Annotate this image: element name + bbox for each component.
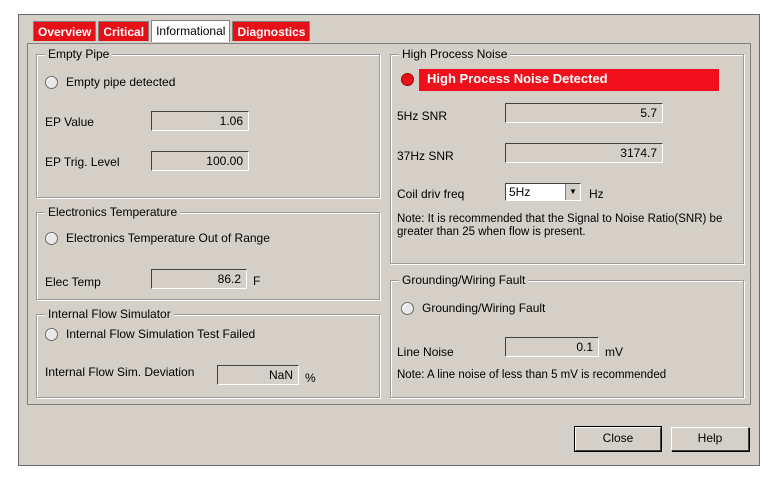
high-process-noise-alert-icon: [401, 73, 414, 86]
flow-sim-indicator-icon: [45, 328, 58, 342]
empty-pipe-indicator-icon: [45, 76, 58, 90]
empty-pipe-indicator-label: Empty pipe detected: [66, 75, 176, 89]
grounding-indicator-label: Grounding/Wiring Fault: [422, 301, 546, 315]
flow-sim-deviation-label: Internal Flow Sim. Deviation: [45, 365, 195, 379]
grounding-indicator-icon: [401, 302, 414, 316]
high-process-noise-group: High Process Noise High Process Noise De…: [390, 47, 744, 264]
tab-overview[interactable]: Overview: [33, 21, 97, 41]
grounding-indicator-row: Grounding/Wiring Fault: [401, 301, 546, 316]
empty-pipe-group: Empty Pipe Empty pipe detected EP Value …: [36, 47, 380, 198]
grounding-wiring-fault-title: Grounding/Wiring Fault: [399, 273, 529, 287]
tab-diagnostics[interactable]: Diagnostics: [232, 21, 311, 41]
coil-freq-label: Coil driv freq: [397, 187, 465, 201]
tab-bar: Overview Critical Informational Diagnost…: [33, 20, 312, 43]
ep-trig-level-label: EP Trig. Level: [45, 155, 120, 169]
elec-temp-label: Elec Temp: [45, 275, 101, 289]
internal-flow-simulator-title: Internal Flow Simulator: [45, 307, 174, 321]
elec-temp-indicator-label: Electronics Temperature Out of Range: [66, 231, 270, 245]
line-noise-unit: mV: [605, 345, 623, 359]
flow-sim-deviation-field: NaN: [217, 365, 299, 385]
snr-5hz-field: 5.7: [505, 103, 663, 123]
empty-pipe-title: Empty Pipe: [45, 47, 113, 61]
coil-freq-value: 5Hz: [509, 185, 531, 199]
close-button[interactable]: Close: [574, 426, 662, 452]
flow-sim-deviation-unit: %: [305, 371, 316, 385]
electronics-temperature-group: Electronics Temperature Electronics Temp…: [36, 205, 380, 300]
empty-pipe-indicator-row: Empty pipe detected: [45, 75, 176, 90]
chevron-down-icon[interactable]: ▼: [565, 184, 580, 200]
elec-temp-unit: F: [253, 274, 261, 288]
tab-critical[interactable]: Critical: [98, 21, 150, 41]
elec-temp-indicator-row: Electronics Temperature Out of Range: [45, 231, 270, 246]
coil-freq-select[interactable]: 5Hz ▼: [505, 183, 581, 201]
diagnostics-dialog: Overview Critical Informational Diagnost…: [18, 14, 760, 466]
internal-flow-simulator-group: Internal Flow Simulator Internal Flow Si…: [36, 307, 380, 398]
flow-sim-indicator-row: Internal Flow Simulation Test Failed: [45, 327, 256, 342]
tab-panel: Empty Pipe Empty pipe detected EP Value …: [27, 43, 751, 405]
elec-temp-indicator-icon: [45, 232, 58, 246]
elec-temp-field: 86.2: [151, 269, 247, 289]
snr-note: Note: It is recommended that the Signal …: [397, 213, 723, 238]
high-process-noise-alert-banner: High Process Noise Detected: [419, 69, 719, 91]
line-noise-field: 0.1: [505, 337, 599, 357]
help-button[interactable]: Help: [671, 427, 749, 451]
ep-value-label: EP Value: [45, 115, 94, 129]
snr-37hz-label: 37Hz SNR: [397, 149, 454, 163]
line-noise-label: Line Noise: [397, 345, 454, 359]
ep-trig-level-field: 100.00: [151, 151, 249, 171]
ep-value-field: 1.06: [151, 111, 249, 131]
snr-37hz-field: 3174.7: [505, 143, 663, 163]
coil-freq-unit: Hz: [589, 187, 604, 201]
electronics-temperature-title: Electronics Temperature: [45, 205, 181, 219]
high-process-noise-title: High Process Noise: [399, 47, 511, 61]
line-noise-note: Note: A line noise of less than 5 mV is …: [397, 369, 667, 381]
tab-informational[interactable]: Informational: [151, 20, 231, 42]
snr-5hz-label: 5Hz SNR: [397, 109, 448, 123]
flow-sim-indicator-label: Internal Flow Simulation Test Failed: [66, 327, 256, 341]
grounding-wiring-fault-group: Grounding/Wiring Fault Grounding/Wiring …: [390, 273, 744, 398]
